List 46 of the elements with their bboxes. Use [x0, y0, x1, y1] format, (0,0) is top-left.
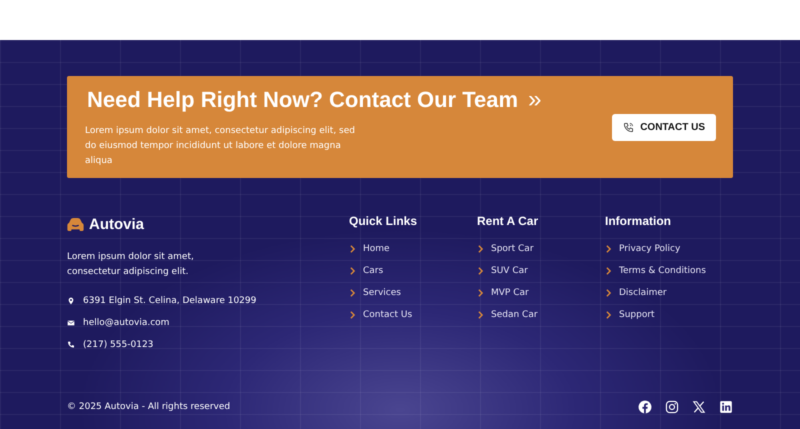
chevron-icon [605, 289, 612, 297]
footer-link[interactable]: Sport Car [491, 244, 534, 254]
chevron-icon [349, 289, 356, 297]
contact-text: hello@autovia.com [83, 318, 170, 328]
footer-link[interactable]: Disclaimer [619, 288, 667, 298]
footer-link[interactable]: Services [363, 288, 401, 298]
instagram-icon[interactable] [665, 400, 679, 414]
footer-link[interactable]: Terms & Conditions [619, 266, 706, 276]
chevron-icon [605, 267, 612, 275]
footer-link[interactable]: Privacy Policy [619, 244, 680, 254]
brand-name: Autovia [89, 216, 144, 233]
chevron-icon [349, 267, 356, 275]
footer-link[interactable]: SUV Car [491, 266, 528, 276]
chevron-icon [477, 289, 484, 297]
chevron-icon [605, 245, 612, 253]
chevron-icon [349, 311, 356, 319]
chevron-icon [477, 245, 484, 253]
contact-text: 6391 Elgin St. Celina, Delaware 10299 [83, 296, 256, 306]
chevron-icon [477, 267, 484, 275]
chevron-icon [605, 311, 612, 319]
chevron-icon [349, 245, 356, 253]
envelope-icon [67, 318, 75, 326]
footer-link[interactable]: MVP Car [491, 288, 529, 298]
footer-link[interactable]: Contact Us [363, 310, 412, 320]
footer-link[interactable]: Cars [363, 266, 384, 276]
footer-link[interactable]: Sedan Car [491, 310, 538, 320]
footer-link[interactable]: Support [619, 310, 655, 320]
car-logo-icon [67, 218, 84, 231]
linkedin-icon[interactable] [719, 400, 733, 414]
copyright-text: © 2025 Autovia - All rights reserved [67, 402, 230, 412]
double-chevron-icon: » [528, 86, 542, 114]
pin-icon [67, 296, 75, 304]
footer-link[interactable]: Home [363, 244, 390, 254]
column-heading: Information [605, 214, 672, 230]
contact-button[interactable]: CONTACT US [612, 114, 716, 140]
phone-icon [623, 122, 634, 132]
facebook-icon[interactable] [638, 400, 652, 414]
x-icon[interactable] [692, 400, 706, 414]
phone-icon [67, 340, 75, 348]
contact-text: (217) 555-0123 [83, 340, 154, 350]
chevron-icon [477, 311, 484, 319]
banner-title: Need Help Right Now? Contact Our Team [87, 86, 518, 112]
brand-description: Lorem ipsum dolor sit amet, consectetur adipiscing elit. [67, 251, 195, 279]
banner-text: Lorem ipsum dolor sit amet, consectetur adipiscing elit, sed do eiusmod tempor incididunt ut labore et dolore magna aliqua [85, 124, 356, 168]
column-heading: Quick Links [349, 214, 418, 230]
column-heading: Rent A Car [477, 214, 540, 230]
